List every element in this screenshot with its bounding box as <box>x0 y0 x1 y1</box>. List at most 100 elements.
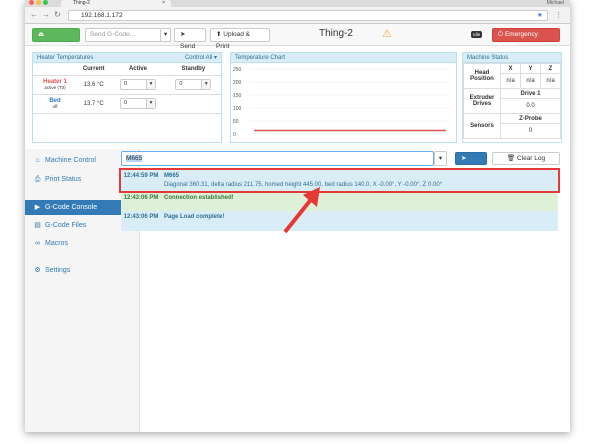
heater-table: Current Active Standby Heater 1 active (… <box>33 63 221 114</box>
address-bar: ← → ↻ 192.168.1.172 ★ ⋮ <box>25 7 570 24</box>
temperature-chart: 250 200 150 100 50 0 <box>233 67 451 138</box>
console-input-value: M665 <box>126 155 143 162</box>
machine-status-title: Machine Status <box>467 55 509 61</box>
gear-icon: ⚙ <box>34 267 41 274</box>
bed-state: off <box>52 103 58 109</box>
gcode-placeholder: Send G-Code... <box>90 31 136 38</box>
log-time: 12:43:06 PM <box>123 195 159 201</box>
tab-bar: Thing-2 × Michael <box>25 0 570 7</box>
back-icon[interactable]: ← <box>30 10 38 19</box>
log-message: Connection established! <box>164 195 234 201</box>
machine-status-header: Machine Status <box>463 53 561 63</box>
sidebar-item-label: G-Code Files <box>45 222 87 229</box>
send-button[interactable]: ➤ Send <box>174 28 206 50</box>
x-value: n/a <box>500 73 521 89</box>
drive1-value: 0.0 <box>500 98 561 114</box>
heater1-current: 13.6 °C <box>77 75 111 95</box>
machine-status-panel: Machine Status Head Position X Y Z n/a n… <box>462 52 562 143</box>
heater1-row: Heater 1 active (T0) 13.6 °C 0 ▾ 0 ▾ <box>33 75 221 95</box>
clear-log-button[interactable]: 🗑 Clear Log <box>492 152 560 165</box>
heater1-standby-select[interactable]: 0 ▾ <box>175 79 212 90</box>
upload-label: Upload & Print <box>216 31 251 50</box>
zprobe-value: 0 <box>500 123 561 139</box>
clear-log-label: Clear Log <box>516 155 546 162</box>
disconnect-button[interactable]: ⏏ Disconnect <box>32 28 80 50</box>
gcode-history-dropdown[interactable]: ▾ <box>160 28 171 42</box>
log-time: 12:43:06 PM <box>123 214 159 220</box>
bed-current: 13.7 °C <box>77 94 111 114</box>
log-entry: 12:43:06 PM Connection established! <box>121 193 558 211</box>
control-all-dropdown[interactable]: Control All ▾ <box>185 53 217 63</box>
dropdown-caret-icon: ▾ <box>145 99 155 108</box>
gcode-input[interactable]: Send G-Code... <box>85 28 171 42</box>
power-icon: ⏻ <box>498 31 504 38</box>
emergency-stop-button[interactable]: ⏻ Emergency STOP <box>492 28 560 50</box>
y-tick-label: 50 <box>233 119 239 125</box>
bookmark-star-icon[interactable]: ★ <box>537 11 543 20</box>
machine-name: Thing-2 <box>319 28 353 39</box>
minimize-window-icon[interactable] <box>36 0 41 5</box>
estop-label: Emergency STOP <box>498 31 538 50</box>
head-position-label: Head Position <box>463 63 501 89</box>
browser-menu-icon[interactable]: ⋮ <box>555 11 562 19</box>
temperature-chart-panel: Temperature Chart 250 200 150 100 50 0 <box>230 52 457 143</box>
console-input[interactable]: M665 <box>121 151 434 166</box>
y-tick-label: 0 <box>233 132 236 138</box>
close-window-icon[interactable] <box>29 0 34 5</box>
zprobe-label: Z-Probe <box>500 113 561 124</box>
console-send-button[interactable]: ➤ Send <box>455 152 487 173</box>
link-icon: ∞ <box>35 240 40 247</box>
reload-icon[interactable]: ↻ <box>54 10 61 19</box>
y-tick-label: 150 <box>233 93 242 99</box>
sidebar-item-label: G-Code Console <box>45 204 98 211</box>
bed-row: Bed off 13.7 °C 0 ▾ <box>33 94 221 114</box>
sidebar-item-label: Settings <box>45 267 71 274</box>
user-name[interactable]: Michael <box>547 0 564 7</box>
browser-tab[interactable]: Thing-2 × <box>61 0 171 7</box>
file-icon: ▤ <box>34 222 41 229</box>
highlight-box <box>119 168 560 193</box>
console-history-dropdown[interactable]: ▾ <box>434 151 447 166</box>
disconnect-label: Disconnect <box>38 43 71 50</box>
sidebar-item-macros[interactable]: ∞ Macros <box>25 236 140 251</box>
machine-status-table: Head Position X Y Z n/a n/a n/a Extruder… <box>463 63 561 139</box>
dropdown-caret-icon: ▾ <box>201 80 211 89</box>
browser-window: Thing-2 × Michael ← → ↻ 192.168.1.172 ★ … <box>25 0 570 432</box>
heater1-state: active (T0) <box>44 84 66 90</box>
status-badge: Idle <box>471 31 483 38</box>
log-message: Page Load complete! <box>164 214 225 220</box>
heater1-active-select[interactable]: 0 ▾ <box>119 79 156 90</box>
dropdown-caret-icon: ▾ <box>145 80 155 89</box>
temp-chart-title: Temperature Chart <box>235 55 286 61</box>
send-icon: ➤ <box>180 31 186 38</box>
sensors-label: Sensors <box>463 113 501 139</box>
maximize-window-icon[interactable] <box>43 0 48 5</box>
url-field[interactable]: 192.168.1.172 ★ <box>68 10 548 21</box>
upload-print-button[interactable]: ⬆ Upload & Print <box>210 28 270 50</box>
col-standby: Standby <box>165 63 221 76</box>
heater-panel-title: Heater Temperatures <box>37 55 94 61</box>
log-entry: 12:43:06 PM Page Load complete! <box>121 211 558 231</box>
forward-icon[interactable]: → <box>42 10 50 19</box>
tab-title: Thing-2 <box>73 0 90 6</box>
bed-active-select[interactable]: 0 ▾ <box>119 98 156 109</box>
warning-icon[interactable]: ⚠ <box>382 27 392 40</box>
top-navbar: ⏏ Disconnect Send G-Code... ▾ ➤ Send ⬆ U… <box>25 24 570 50</box>
disconnect-icon: ⏏ <box>38 31 45 38</box>
col-z: Z <box>540 63 561 74</box>
y-tick-label: 100 <box>233 106 242 112</box>
drive1-label: Drive 1 <box>500 88 561 99</box>
send-label: Send <box>180 43 196 50</box>
printer-icon: ⎙ <box>34 176 41 183</box>
col-active: Active <box>110 63 166 76</box>
heater-panel: Heater Temperatures Control All ▾ Curren… <box>32 52 222 143</box>
z-value: n/a <box>540 73 561 89</box>
extruder-drives-label: Extruder Drives <box>463 88 501 114</box>
sidebar-item-settings[interactable]: ⚙ Settings <box>25 263 140 278</box>
close-tab-icon[interactable]: × <box>162 0 165 7</box>
heater-panel-header: Heater Temperatures Control All ▾ <box>33 53 221 63</box>
temp-chart-header: Temperature Chart <box>231 53 456 63</box>
sidebar-item-label: Macros <box>45 240 68 247</box>
sidebar-item-label: Print Status <box>45 176 82 183</box>
trash-icon: 🗑 <box>506 155 516 162</box>
